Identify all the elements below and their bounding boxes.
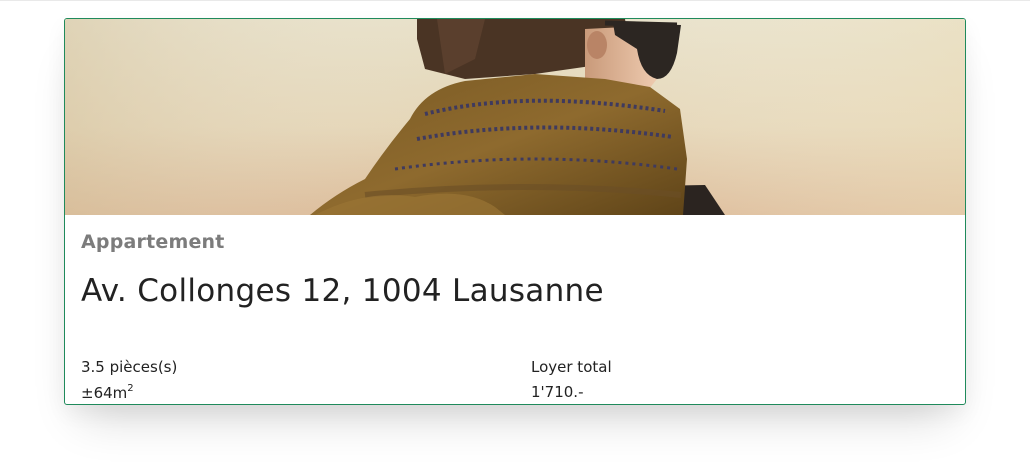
listing-body: Appartement Av. Collonges 12, 1004 Lausa…: [81, 215, 949, 404]
page-top-divider: [0, 0, 1030, 1]
listing-photo: [65, 19, 965, 215]
listing-card[interactable]: Appartement Av. Collonges 12, 1004 Lausa…: [64, 18, 966, 405]
listing-rooms: 3.5 pièces(s): [81, 358, 178, 376]
listing-area-value: ±64m: [81, 384, 128, 402]
listing-rent-label: Loyer total: [531, 358, 612, 376]
listing-area-unit-superscript: 2: [127, 383, 134, 394]
listing-rent-value: 1'710.-: [531, 383, 584, 401]
listing-category: Appartement: [81, 231, 225, 253]
listing-address: Av. Collonges 12, 1004 Lausanne: [81, 273, 604, 309]
listing-area: ±64m2: [81, 383, 134, 402]
